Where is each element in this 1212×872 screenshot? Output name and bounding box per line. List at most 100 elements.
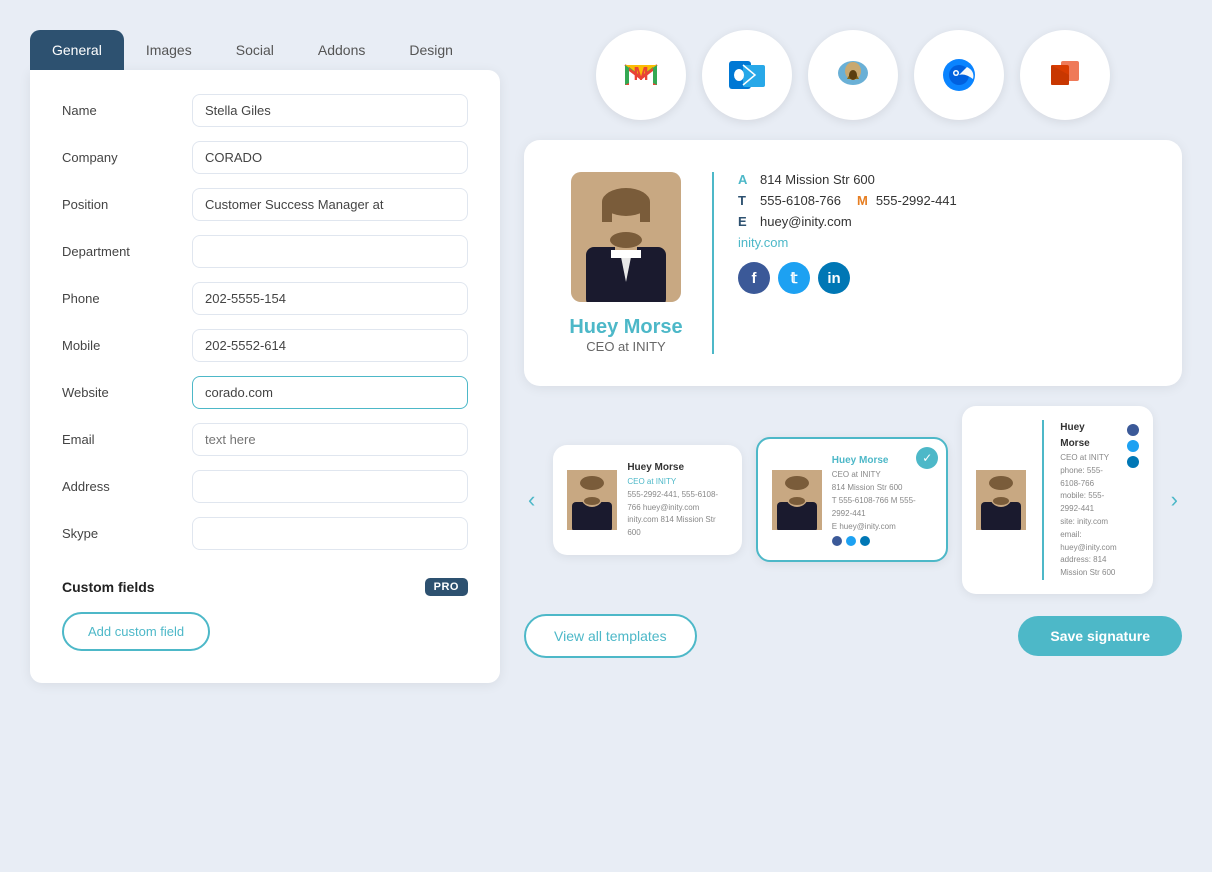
tab-images[interactable]: Images — [124, 30, 214, 70]
signature-socials: f 𝕥 in — [738, 262, 1142, 294]
form-card: Name Company Position Department Phone M… — [30, 70, 500, 683]
signature-address: 814 Mission Str 600 — [760, 172, 875, 187]
position-input[interactable] — [192, 188, 468, 221]
template-3-mobile: mobile: 555-2992-441 — [1060, 490, 1116, 516]
company-label: Company — [62, 150, 192, 165]
next-template-button[interactable]: › — [1167, 487, 1182, 513]
apple-mail-icon[interactable] — [808, 30, 898, 120]
template-1-avatar — [567, 470, 617, 530]
email-input[interactable] — [192, 423, 468, 456]
left-panel: General Images Social Addons Design Name… — [30, 30, 500, 842]
signature-website[interactable]: inity.com — [738, 235, 1142, 250]
signature-phone: 555-6108-766 — [760, 193, 841, 208]
signature-phone-row: T 555-6108-766 M 555-2992-441 — [738, 193, 1142, 208]
template-3-tw-icon — [1127, 440, 1139, 452]
phone-input[interactable] — [192, 282, 468, 315]
email-indicator: E — [738, 214, 752, 229]
signature-right: A 814 Mission Str 600 T 555-6108-766 M 5… — [738, 172, 1142, 294]
outlook-icon[interactable] — [702, 30, 792, 120]
tab-design[interactable]: Design — [387, 30, 475, 70]
position-label: Position — [62, 197, 192, 212]
signature-name: Huey Morse — [569, 316, 682, 339]
custom-fields-header: Custom fields PRO — [62, 578, 468, 596]
signature-email-row: E huey@inity.com — [738, 214, 1142, 229]
office365-icon[interactable] — [1020, 30, 1110, 120]
tab-social[interactable]: Social — [214, 30, 296, 70]
template-card-2[interactable]: ✓ Huey Morse CEO at INITY 814 Mission St… — [756, 437, 948, 562]
skype-label: Skype — [62, 526, 192, 541]
custom-fields-title: Custom fields — [62, 579, 155, 595]
signature-avatar — [571, 172, 681, 302]
department-row: Department — [62, 235, 468, 268]
skype-row: Skype — [62, 517, 468, 550]
skype-input[interactable] — [192, 517, 468, 550]
name-input[interactable] — [192, 94, 468, 127]
template-2-title: CEO at INITY — [832, 469, 932, 482]
bottom-actions: View all templates Save signature — [524, 614, 1182, 658]
template-3-li-icon — [1127, 456, 1139, 468]
mobile-row: Mobile — [62, 329, 468, 362]
gmail-icon[interactable]: M — [596, 30, 686, 120]
mobile-indicator: M — [857, 193, 868, 208]
view-all-templates-button[interactable]: View all templates — [524, 614, 697, 658]
website-row: Website — [62, 376, 468, 409]
custom-fields-section: Custom fields PRO Add custom field — [62, 578, 468, 651]
company-input[interactable] — [192, 141, 468, 174]
template-3-name: Huey Morse — [1060, 420, 1116, 452]
template-1-title: CEO at INITY — [627, 476, 727, 489]
department-label: Department — [62, 244, 192, 259]
address-row: Address — [62, 470, 468, 503]
template-3-fb-icon — [1127, 424, 1139, 436]
tab-bar: General Images Social Addons Design — [30, 30, 500, 70]
svg-text:M: M — [634, 64, 649, 84]
signature-left: Huey Morse CEO at INITY — [564, 172, 714, 354]
tab-general[interactable]: General — [30, 30, 124, 70]
address-input[interactable] — [192, 470, 468, 503]
add-custom-field-button[interactable]: Add custom field — [62, 612, 210, 651]
template-1-info: Huey Morse CEO at INITY 555-2992-441, 55… — [627, 460, 727, 540]
template-2-email: E huey@inity.com — [832, 521, 932, 534]
signature-email: huey@inity.com — [760, 214, 852, 229]
signature-mobile: 555-2992-441 — [876, 193, 957, 208]
email-label: Email — [62, 432, 192, 447]
template-2-address: 814 Mission Str 600 — [832, 482, 932, 495]
tab-addons[interactable]: Addons — [296, 30, 387, 70]
address-indicator: A — [738, 172, 752, 187]
name-label: Name — [62, 103, 192, 118]
phone-row: Phone — [62, 282, 468, 315]
website-input[interactable] — [192, 376, 468, 409]
thunderbird-icon[interactable] — [914, 30, 1004, 120]
signature-job-title: CEO at INITY — [586, 339, 665, 354]
template-2-phone: T 555-6108-766 M 555-2992-441 — [832, 495, 932, 521]
name-row: Name — [62, 94, 468, 127]
phone-indicator: T — [738, 193, 752, 208]
signature-address-row: A 814 Mission Str 600 — [738, 172, 1142, 187]
template-3-title: CEO at INITY — [1060, 452, 1116, 465]
template-card-3[interactable]: Huey Morse CEO at INITY phone: 555-6108-… — [962, 406, 1152, 594]
department-input[interactable] — [192, 235, 468, 268]
template-2-info: Huey Morse CEO at INITY 814 Mission Str … — [832, 453, 932, 546]
linkedin-social-icon[interactable]: in — [818, 262, 850, 294]
template-3-info: Huey Morse CEO at INITY phone: 555-6108-… — [1060, 420, 1116, 580]
template-3-divider — [1042, 420, 1044, 580]
template-3-avatar — [976, 470, 1026, 530]
template-card-1[interactable]: Huey Morse CEO at INITY 555-2992-441, 55… — [553, 445, 741, 555]
position-row: Position — [62, 188, 468, 221]
company-row: Company — [62, 141, 468, 174]
email-row: Email — [62, 423, 468, 456]
template-2-avatar — [772, 470, 822, 530]
prev-template-button[interactable]: ‹ — [524, 487, 539, 513]
signature-preview: Huey Morse CEO at INITY A 814 Mission St… — [524, 140, 1182, 386]
template-3-site: site: inity.com — [1060, 516, 1116, 529]
template-1-details: 555-2992-441, 555-6108-766 huey@inity.co… — [627, 489, 727, 540]
facebook-social-icon[interactable]: f — [738, 262, 770, 294]
mobile-input[interactable] — [192, 329, 468, 362]
pro-badge: PRO — [425, 578, 468, 596]
save-signature-button[interactable]: Save signature — [1018, 616, 1182, 656]
address-label: Address — [62, 479, 192, 494]
email-clients-row: M — [524, 30, 1182, 120]
twitter-social-icon[interactable]: 𝕥 — [778, 262, 810, 294]
template-1-name: Huey Morse — [627, 460, 727, 476]
template-3-address: address: 814 Mission Str 600 — [1060, 554, 1116, 580]
website-label: Website — [62, 385, 192, 400]
